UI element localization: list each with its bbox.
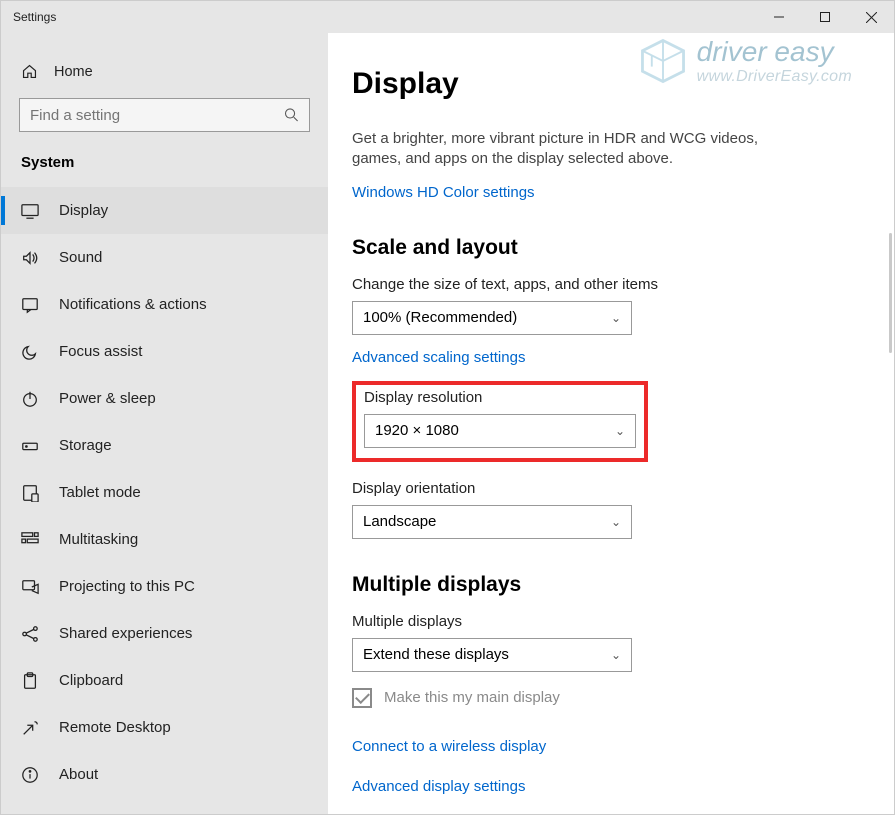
clipboard-icon xyxy=(21,672,39,690)
sidebar-item-label: Shared experiences xyxy=(59,625,192,642)
sidebar-item-multitasking[interactable]: Multitasking xyxy=(1,516,328,563)
sidebar-item-clipboard[interactable]: Clipboard xyxy=(1,657,328,704)
sound-icon xyxy=(21,249,39,267)
sidebar-item-label: Clipboard xyxy=(59,672,123,689)
power-icon xyxy=(21,390,39,408)
sidebar-item-label: Display xyxy=(59,202,108,219)
titlebar: Settings xyxy=(1,1,894,33)
orientation-dropdown[interactable]: Landscape ⌄ xyxy=(352,505,632,539)
resolution-label: Display resolution xyxy=(364,389,636,406)
multiple-displays-dropdown[interactable]: Extend these displays ⌄ xyxy=(352,638,632,672)
sidebar-item-projecting[interactable]: Projecting to this PC xyxy=(1,563,328,610)
sidebar-item-about[interactable]: About xyxy=(1,751,328,798)
hd-color-settings-link[interactable]: Windows HD Color settings xyxy=(352,184,535,201)
shared-icon xyxy=(21,625,39,643)
nav-home-label: Home xyxy=(54,64,93,80)
multiple-displays-heading: Multiple displays xyxy=(352,573,862,597)
chevron-down-icon: ⌄ xyxy=(611,515,621,529)
multiple-displays-value: Extend these displays xyxy=(363,646,509,663)
scrollbar[interactable] xyxy=(889,233,892,353)
sidebar-item-label: About xyxy=(59,766,98,783)
home-icon xyxy=(21,63,38,80)
search-input[interactable] xyxy=(30,107,284,124)
sidebar-item-label: Focus assist xyxy=(59,343,142,360)
about-icon xyxy=(21,766,39,784)
sidebar-item-power-sleep[interactable]: Power & sleep xyxy=(1,375,328,422)
chevron-down-icon: ⌄ xyxy=(615,424,625,438)
remote-desktop-icon xyxy=(21,719,39,737)
watermark-brand: driver easy xyxy=(697,36,852,68)
sidebar-item-label: Tablet mode xyxy=(59,484,141,501)
window-title: Settings xyxy=(13,10,56,24)
scale-dropdown[interactable]: 100% (Recommended) ⌄ xyxy=(352,301,632,335)
chevron-down-icon: ⌄ xyxy=(611,311,621,325)
minimize-button[interactable] xyxy=(756,1,802,33)
tablet-icon xyxy=(21,484,39,502)
sidebar-item-focus-assist[interactable]: Focus assist xyxy=(1,328,328,375)
resolution-highlight: Display resolution 1920 × 1080 ⌄ xyxy=(352,381,648,462)
projecting-icon xyxy=(21,578,39,596)
advanced-scaling-link[interactable]: Advanced scaling settings xyxy=(352,349,525,366)
scale-value: 100% (Recommended) xyxy=(363,309,517,326)
multitasking-icon xyxy=(21,531,39,549)
hdr-description: Get a brighter, more vibrant picture in … xyxy=(352,129,792,170)
close-button[interactable] xyxy=(848,1,894,33)
focus-assist-icon xyxy=(21,343,39,361)
sidebar-item-label: Sound xyxy=(59,249,102,266)
checkbox-icon xyxy=(352,688,372,708)
sidebar: Home System Display Sound Notifications … xyxy=(1,33,328,814)
notifications-icon xyxy=(21,296,39,314)
display-icon xyxy=(21,202,39,220)
resolution-dropdown[interactable]: 1920 × 1080 ⌄ xyxy=(364,414,636,448)
resolution-value: 1920 × 1080 xyxy=(375,422,459,439)
search-box[interactable] xyxy=(19,98,310,132)
sidebar-item-label: Projecting to this PC xyxy=(59,578,195,595)
sidebar-item-notifications[interactable]: Notifications & actions xyxy=(1,281,328,328)
sidebar-item-storage[interactable]: Storage xyxy=(1,422,328,469)
orientation-label: Display orientation xyxy=(352,480,862,497)
advanced-display-link[interactable]: Advanced display settings xyxy=(352,778,525,795)
sidebar-item-sound[interactable]: Sound xyxy=(1,234,328,281)
main-display-checkbox-label: Make this my main display xyxy=(384,689,560,706)
main-display-checkbox: Make this my main display xyxy=(352,688,862,708)
main-content: driver easy www.DriverEasy.com Display G… xyxy=(328,33,894,814)
sidebar-item-label: Remote Desktop xyxy=(59,719,171,736)
sidebar-item-label: Multitasking xyxy=(59,531,138,548)
maximize-button[interactable] xyxy=(802,1,848,33)
chevron-down-icon: ⌄ xyxy=(611,648,621,662)
connect-wireless-link[interactable]: Connect to a wireless display xyxy=(352,738,546,755)
sidebar-item-shared-experiences[interactable]: Shared experiences xyxy=(1,610,328,657)
search-icon xyxy=(284,107,299,123)
sidebar-item-tablet-mode[interactable]: Tablet mode xyxy=(1,469,328,516)
nav-home[interactable]: Home xyxy=(1,53,328,90)
scale-layout-heading: Scale and layout xyxy=(352,236,862,260)
orientation-value: Landscape xyxy=(363,513,436,530)
page-title: Display xyxy=(352,67,862,101)
multiple-displays-label: Multiple displays xyxy=(352,613,862,630)
sidebar-item-label: Power & sleep xyxy=(59,390,156,407)
sidebar-item-label: Storage xyxy=(59,437,112,454)
sidebar-item-label: Notifications & actions xyxy=(59,296,207,313)
scale-label: Change the size of text, apps, and other… xyxy=(352,276,862,293)
sidebar-item-display[interactable]: Display xyxy=(1,187,328,234)
sidebar-category: System xyxy=(1,146,328,187)
storage-icon xyxy=(21,437,39,455)
sidebar-item-remote-desktop[interactable]: Remote Desktop xyxy=(1,704,328,751)
